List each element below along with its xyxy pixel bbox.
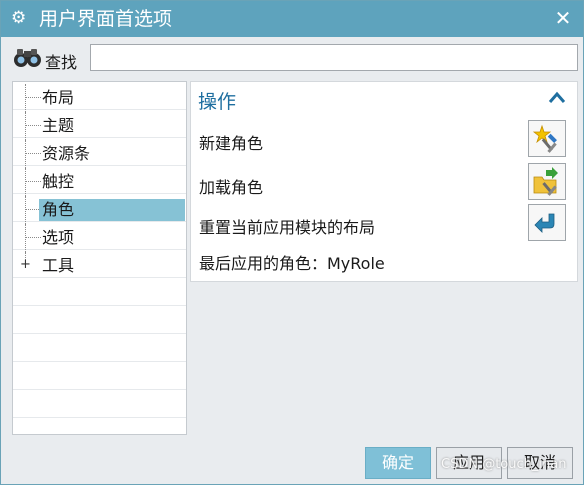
- tree-item-label: 资源条: [42, 144, 91, 163]
- window-title: 用户界面首选项: [39, 8, 173, 30]
- tree-item-touch[interactable]: 触控: [13, 168, 186, 196]
- load-role-icon: [533, 167, 558, 196]
- new-role-label: 新建角色: [199, 134, 264, 153]
- tree-connector: [25, 140, 26, 168]
- close-button[interactable]: ✕: [551, 6, 575, 30]
- tree-item-layout[interactable]: 布局: [13, 84, 186, 112]
- tree-item-tools[interactable]: + 工具: [13, 252, 186, 280]
- new-role-icon: [532, 124, 557, 153]
- gear-icon: ⚙: [11, 8, 27, 28]
- tree-item-resource-bar[interactable]: 资源条: [13, 140, 186, 168]
- apply-button[interactable]: 应用: [436, 447, 502, 479]
- reset-layout-icon: [534, 213, 555, 233]
- tree-row: [13, 278, 186, 306]
- search-input[interactable]: [90, 44, 578, 71]
- preferences-dialog: ⚙ 用户界面首选项 ✕ 查找 布局 主题 资源条 触控 角色 选项 + 工具 操…: [0, 0, 584, 485]
- tree-row: [13, 362, 186, 390]
- title-bar[interactable]: ⚙ 用户界面首选项 ✕: [1, 1, 583, 37]
- tree-item-label: 角色: [39, 199, 185, 221]
- tree-connector: [25, 84, 26, 112]
- ok-button[interactable]: 确定: [365, 447, 431, 479]
- tree-row: [13, 306, 186, 334]
- search-row: 查找: [1, 41, 583, 75]
- tree-item-label: 主题: [42, 116, 75, 135]
- tree-item-label: 选项: [42, 228, 75, 247]
- reset-layout-label: 重置当前应用模块的布局: [199, 218, 376, 237]
- expand-icon[interactable]: +: [20, 258, 31, 271]
- tree-connector: [25, 168, 26, 196]
- search-label: 查找: [45, 53, 78, 72]
- category-tree: 布局 主题 资源条 触控 角色 选项 + 工具: [12, 81, 187, 435]
- roles-panel: 操作 新建角色 加载角色 重置当前应用模块的布局 最后应用的角色：MyRole: [190, 81, 578, 282]
- tree-item-label: 布局: [42, 88, 75, 107]
- load-role-label: 加载角色: [199, 178, 264, 197]
- tree-row: [13, 390, 186, 418]
- tree-item-label: 触控: [42, 172, 75, 191]
- new-role-button[interactable]: [528, 120, 566, 157]
- section-title: 操作: [198, 91, 237, 113]
- reset-layout-button[interactable]: [528, 204, 566, 241]
- chevron-up-icon[interactable]: [547, 88, 567, 108]
- tree-item-role[interactable]: 角色: [13, 196, 186, 224]
- load-role-button[interactable]: [528, 163, 566, 200]
- tree-connector: [25, 196, 26, 224]
- tree-item-options[interactable]: 选项: [13, 224, 186, 252]
- tree-row: [13, 334, 186, 362]
- tree-connector: [25, 112, 26, 140]
- tree-item-theme[interactable]: 主题: [13, 112, 186, 140]
- tree-item-label: 工具: [42, 256, 75, 275]
- cancel-button[interactable]: 取消: [507, 447, 573, 479]
- tree-connector: [25, 224, 26, 252]
- last-role-text: 最后应用的角色：MyRole: [199, 254, 385, 273]
- binoculars-icon: [14, 49, 41, 67]
